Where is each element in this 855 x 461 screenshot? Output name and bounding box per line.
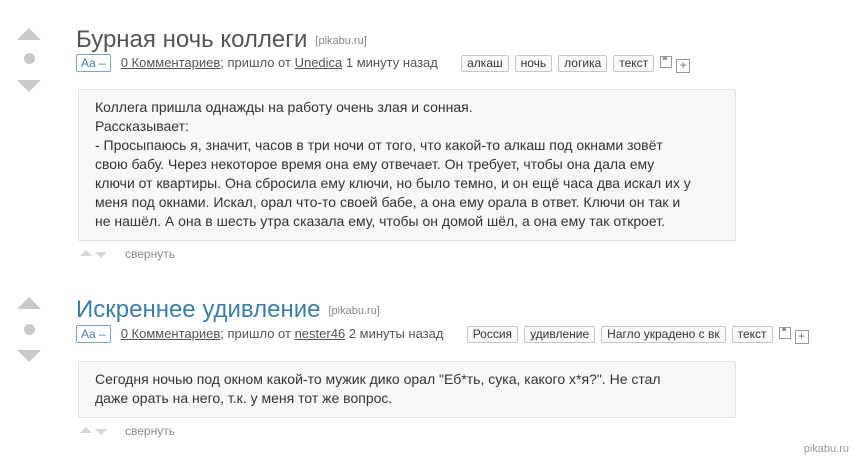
tag[interactable]: текст [613, 55, 655, 72]
content-line: ключи от квартиры. Она сбросила ему ключ… [95, 175, 691, 191]
post-title[interactable]: Искреннее удивление [pikabu.ru] [76, 296, 380, 325]
downvote-icon[interactable] [17, 350, 41, 362]
save-icon[interactable] [778, 327, 791, 339]
collapse-link[interactable]: свернуть [125, 424, 175, 438]
comments-link[interactable]: 0 Комментариев [121, 326, 221, 341]
came-from-label: ; пришло от [220, 326, 295, 341]
add-tag-icon[interactable]: + [794, 330, 809, 344]
content-line: Рассказывает: [95, 118, 189, 134]
came-from-label: ; пришло от [220, 55, 295, 70]
post-time: 2 минуты назад [345, 326, 444, 341]
tag[interactable]: алкаш [461, 55, 509, 72]
tag[interactable]: Нагло украдено с вк [601, 326, 726, 343]
post-footer: свернуть [80, 247, 175, 261]
small-upvote-icon[interactable] [80, 250, 92, 256]
upvote-icon[interactable] [17, 28, 41, 40]
post-content: Сегодня ночью под окном какой-то мужик д… [78, 361, 736, 418]
post-meta: Aa – 0 Комментариев; пришло от Unedica 1 … [76, 53, 691, 73]
content-line: Сегодня ночью под окном какой-то мужик д… [95, 371, 661, 387]
add-tag-icon[interactable]: + [676, 59, 691, 73]
site-watermark: pikabu.ru [803, 443, 849, 455]
downvote-icon[interactable] [17, 80, 41, 92]
font-size-toggle[interactable]: Aa – [76, 54, 111, 72]
vote-dot-icon [24, 324, 35, 335]
small-downvote-icon[interactable] [95, 252, 107, 258]
save-icon[interactable] [660, 56, 673, 68]
post-time: 1 минуту назад [342, 55, 438, 70]
author-link[interactable]: Unedica [295, 55, 343, 70]
font-size-toggle[interactable]: Aa – [76, 325, 111, 343]
content-line: свою бабу. Через некоторое время она ему… [95, 156, 655, 172]
tag[interactable]: удивление [524, 326, 596, 343]
content-line: меня под окнами. Искал, орал что-то свое… [95, 194, 681, 210]
tag[interactable]: текст [731, 326, 773, 343]
post-meta: Aa – 0 Комментариев; пришло от nester46 2… [76, 324, 809, 344]
post-content: Коллега пришла однажды на работу очень з… [78, 89, 736, 241]
collapse-link[interactable]: свернуть [125, 247, 175, 261]
content-line: Коллега пришла однажды на работу очень з… [95, 99, 473, 115]
vote-dot-icon [24, 53, 35, 64]
tag[interactable]: логика [558, 55, 608, 72]
tag[interactable]: ночь [514, 55, 553, 72]
post-title-text[interactable]: Искреннее удивление [76, 296, 321, 323]
post-source: [pikabu.ru] [328, 305, 380, 317]
content-line: не нашёл. А она в шесть утра сказала ему… [95, 213, 665, 229]
post-footer: свернуть [80, 424, 175, 438]
post-title-text[interactable]: Бурная ночь коллеги [76, 26, 307, 53]
comments-link[interactable]: 0 Комментариев [121, 55, 221, 70]
upvote-icon[interactable] [17, 297, 41, 309]
small-downvote-icon[interactable] [95, 429, 107, 435]
tag[interactable]: Россия [466, 326, 519, 343]
post-title[interactable]: Бурная ночь коллеги [pikabu.ru] [76, 26, 367, 55]
content-line: даже орать на него, т.к. у меня тот же в… [95, 390, 393, 406]
small-upvote-icon[interactable] [80, 427, 92, 433]
content-line: - Просыпаюсь я, значит, часов в три ночи… [95, 137, 663, 153]
author-link[interactable]: nester46 [295, 326, 346, 341]
post-source: [pikabu.ru] [315, 35, 367, 47]
